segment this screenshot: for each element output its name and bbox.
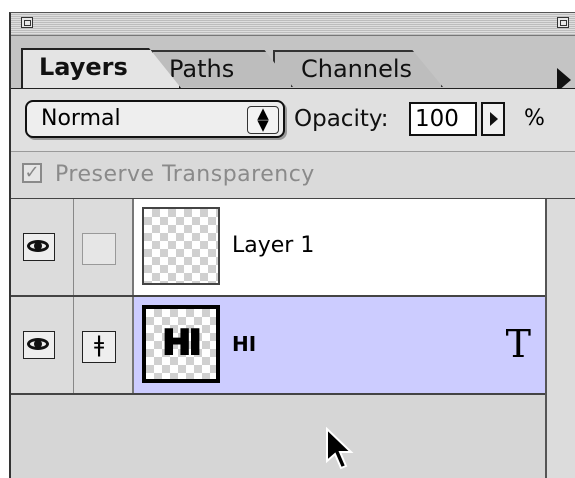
up-down-arrows-icon[interactable]: ▲ ▼ (247, 106, 279, 134)
zoom-box-icon[interactable] (557, 17, 569, 28)
layer-body[interactable]: Layer 1 (134, 199, 545, 295)
thumbnail-text: HI (161, 322, 202, 364)
brush-icon[interactable]: ǂ (82, 331, 116, 363)
preserve-transparency-checkbox[interactable]: ✓ (22, 163, 42, 183)
layer-row-selected[interactable]: ǂ HI HI T (11, 297, 545, 395)
paint-cell[interactable] (74, 199, 134, 295)
opacity-unit: % (524, 106, 545, 131)
layer-body[interactable]: HI HI T (134, 297, 545, 393)
blend-mode-value: Normal (41, 106, 121, 131)
layer-controls: Normal ▲ ▼ Opacity: 100 % (11, 89, 575, 152)
layer-name: Layer 1 (232, 233, 315, 258)
type-layer-icon: T (505, 322, 531, 366)
eye-icon[interactable] (23, 233, 55, 261)
visibility-cell[interactable] (11, 297, 74, 393)
opacity-label: Opacity: (294, 106, 389, 132)
tab-channels-label: Channels (301, 55, 413, 83)
tab-layers-label: Layers (39, 53, 128, 81)
layer-thumbnail (142, 207, 220, 285)
preserve-transparency-label: Preserve Transparency (55, 162, 315, 187)
layer-row[interactable]: Layer 1 (11, 199, 545, 297)
blend-mode-select[interactable]: Normal ▲ ▼ (25, 100, 285, 138)
eye-icon[interactable] (23, 331, 55, 359)
layers-list: Layer 1 ǂ HI HI T (11, 199, 547, 478)
preserve-transparency-row: ✓ Preserve Transparency (11, 152, 575, 199)
empty-brush-box[interactable] (82, 233, 116, 265)
tab-strip: Channels Paths Layers (11, 36, 575, 92)
arrow-cursor-icon (326, 427, 354, 470)
visibility-cell[interactable] (11, 199, 74, 295)
tab-paths-label: Paths (169, 55, 235, 83)
palette-titlebar[interactable] (11, 13, 575, 36)
tab-channels[interactable]: Channels (273, 50, 443, 87)
close-box-icon[interactable] (21, 17, 33, 28)
layer-thumbnail: HI (142, 305, 220, 383)
opacity-input[interactable]: 100 (409, 102, 477, 136)
layers-palette: Channels Paths Layers Normal ▲ ▼ Opacity:… (9, 12, 575, 478)
layer-name: HI (232, 332, 257, 356)
paint-cell[interactable]: ǂ (74, 297, 134, 393)
opacity-slider-arrow-icon[interactable] (481, 102, 505, 136)
